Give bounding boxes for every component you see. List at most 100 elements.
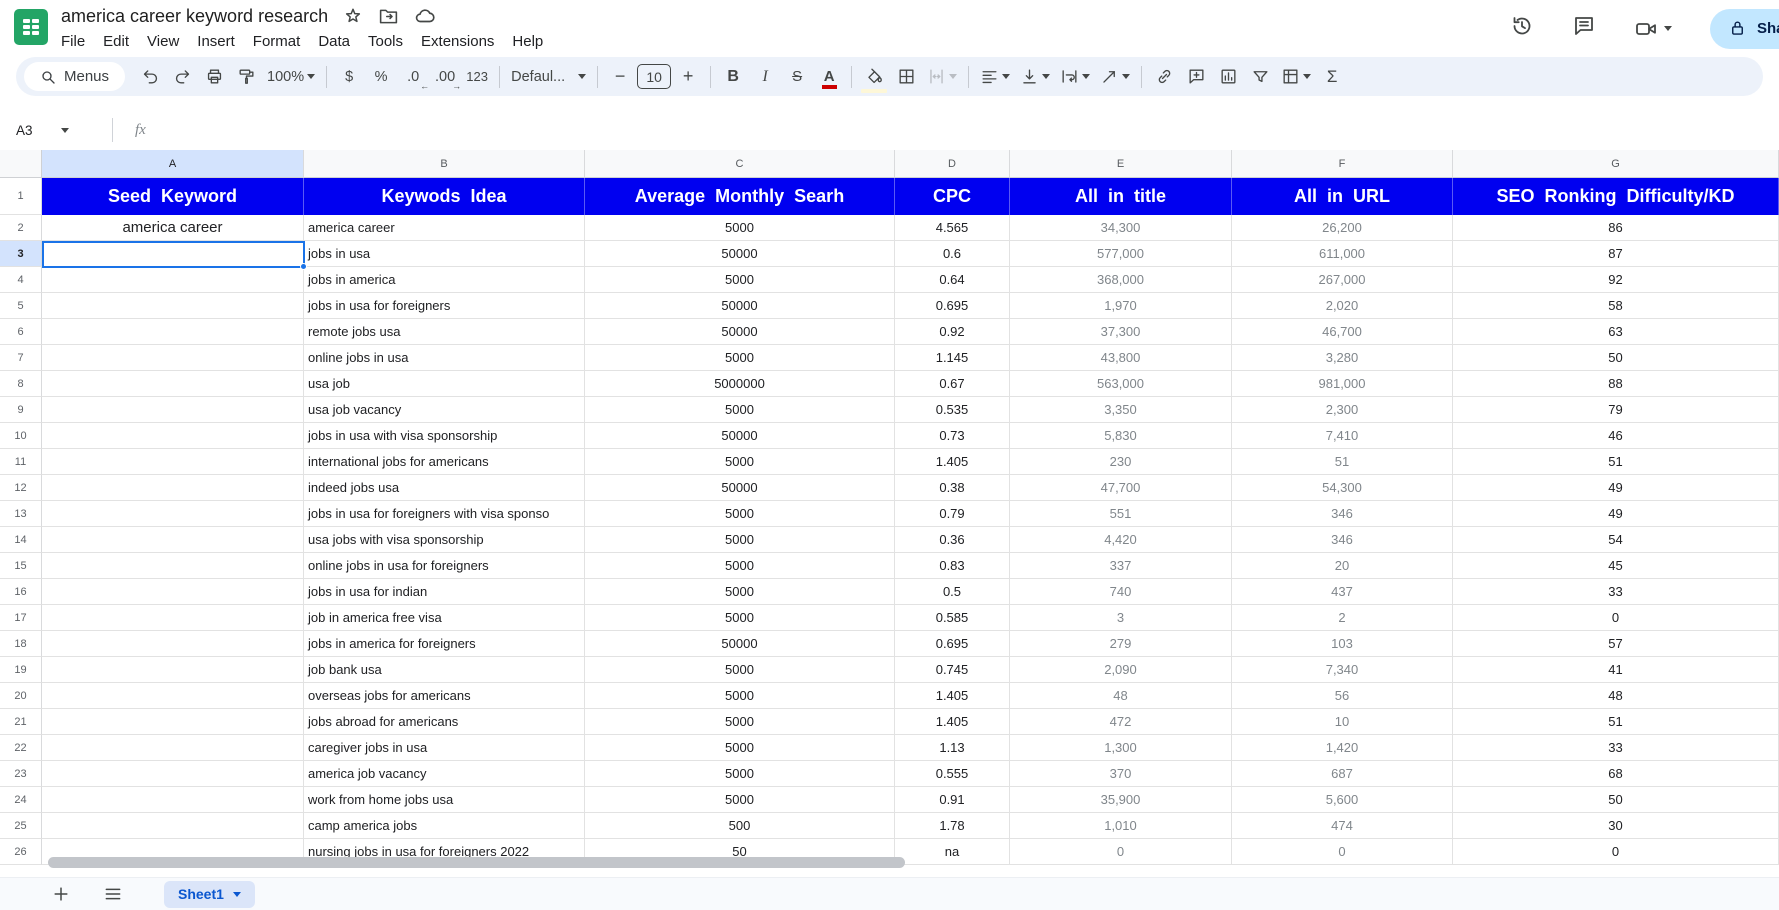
- star-icon[interactable]: [343, 6, 363, 26]
- cell-G3[interactable]: 87: [1453, 241, 1779, 267]
- cell-D13[interactable]: 0.79: [895, 501, 1010, 527]
- row-header-15[interactable]: 15: [0, 553, 42, 579]
- column-header-E[interactable]: E: [1010, 150, 1232, 178]
- cell-E12[interactable]: 47,700: [1010, 475, 1232, 501]
- merge-cells-button[interactable]: [923, 62, 961, 92]
- cell-E6[interactable]: 37,300: [1010, 319, 1232, 345]
- cell-F7[interactable]: 3,280: [1232, 345, 1453, 371]
- cell-E24[interactable]: 35,900: [1010, 787, 1232, 813]
- cell-A23[interactable]: [42, 761, 304, 787]
- cell-G1[interactable]: SEO Ronking Difficulty/KD: [1453, 178, 1779, 215]
- cell-B1[interactable]: Keywods Idea: [304, 178, 585, 215]
- cell-F12[interactable]: 54,300: [1232, 475, 1453, 501]
- cell-G19[interactable]: 41: [1453, 657, 1779, 683]
- row-header-16[interactable]: 16: [0, 579, 42, 605]
- cell-E21[interactable]: 472: [1010, 709, 1232, 735]
- version-history-icon[interactable]: [1510, 14, 1534, 43]
- increase-font-size-button[interactable]: +: [673, 62, 703, 92]
- cell-C23[interactable]: 5000: [585, 761, 895, 787]
- cell-F6[interactable]: 46,700: [1232, 319, 1453, 345]
- cell-B22[interactable]: caregiver jobs in usa: [304, 735, 585, 761]
- cell-G25[interactable]: 30: [1453, 813, 1779, 839]
- cell-A7[interactable]: [42, 345, 304, 371]
- cell-G13[interactable]: 49: [1453, 501, 1779, 527]
- row-header-19[interactable]: 19: [0, 657, 42, 683]
- menu-extensions[interactable]: Extensions: [412, 31, 503, 52]
- borders-button[interactable]: [891, 62, 921, 92]
- cell-E23[interactable]: 370: [1010, 761, 1232, 787]
- cell-D17[interactable]: 0.585: [895, 605, 1010, 631]
- menu-file[interactable]: File: [52, 31, 94, 52]
- menu-view[interactable]: View: [138, 31, 188, 52]
- cell-A25[interactable]: [42, 813, 304, 839]
- cell-F16[interactable]: 437: [1232, 579, 1453, 605]
- cell-B25[interactable]: camp america jobs: [304, 813, 585, 839]
- cell-E5[interactable]: 1,970: [1010, 293, 1232, 319]
- cell-F25[interactable]: 474: [1232, 813, 1453, 839]
- cell-B13[interactable]: jobs in usa for foreigners with visa spo…: [304, 501, 585, 527]
- cell-F2[interactable]: 26,200: [1232, 215, 1453, 241]
- cell-D1[interactable]: CPC: [895, 178, 1010, 215]
- cell-A16[interactable]: [42, 579, 304, 605]
- cell-F8[interactable]: 981,000: [1232, 371, 1453, 397]
- cell-D11[interactable]: 1.405: [895, 449, 1010, 475]
- row-header-22[interactable]: 22: [0, 735, 42, 761]
- cell-G7[interactable]: 50: [1453, 345, 1779, 371]
- cell-A1[interactable]: Seed Keyword: [42, 178, 304, 215]
- row-header-8[interactable]: 8: [0, 371, 42, 397]
- menu-tools[interactable]: Tools: [359, 31, 412, 52]
- cell-E1[interactable]: All in title: [1010, 178, 1232, 215]
- menu-insert[interactable]: Insert: [188, 31, 244, 52]
- cell-B16[interactable]: jobs in usa for indian: [304, 579, 585, 605]
- name-box[interactable]: A3: [16, 123, 112, 138]
- cell-A19[interactable]: [42, 657, 304, 683]
- format-currency-button[interactable]: $: [334, 62, 364, 92]
- cell-F15[interactable]: 20: [1232, 553, 1453, 579]
- cell-B11[interactable]: international jobs for americans: [304, 449, 585, 475]
- text-wrap-button[interactable]: [1056, 62, 1094, 92]
- join-call-button[interactable]: [1634, 17, 1672, 41]
- cell-E25[interactable]: 1,010: [1010, 813, 1232, 839]
- cell-A4[interactable]: [42, 267, 304, 293]
- cell-C22[interactable]: 5000: [585, 735, 895, 761]
- menu-data[interactable]: Data: [309, 31, 359, 52]
- cell-A22[interactable]: [42, 735, 304, 761]
- cell-D21[interactable]: 1.405: [895, 709, 1010, 735]
- cell-F17[interactable]: 2: [1232, 605, 1453, 631]
- cell-C3[interactable]: 50000: [585, 241, 895, 267]
- italic-button[interactable]: I: [750, 62, 780, 92]
- cell-D5[interactable]: 0.695: [895, 293, 1010, 319]
- cell-C6[interactable]: 50000: [585, 319, 895, 345]
- cell-C13[interactable]: 5000: [585, 501, 895, 527]
- font-size-input[interactable]: 10: [637, 64, 671, 89]
- format-percent-button[interactable]: %: [366, 62, 396, 92]
- fill-handle[interactable]: [300, 263, 307, 270]
- column-header-A[interactable]: A: [42, 150, 304, 178]
- cell-E10[interactable]: 5,830: [1010, 423, 1232, 449]
- cell-G22[interactable]: 33: [1453, 735, 1779, 761]
- cell-C21[interactable]: 5000: [585, 709, 895, 735]
- row-header-26[interactable]: 26: [0, 839, 42, 865]
- cell-A9[interactable]: [42, 397, 304, 423]
- cell-F14[interactable]: 346: [1232, 527, 1453, 553]
- cell-D16[interactable]: 0.5: [895, 579, 1010, 605]
- row-header-11[interactable]: 11: [0, 449, 42, 475]
- column-header-C[interactable]: C: [585, 150, 895, 178]
- row-header-4[interactable]: 4: [0, 267, 42, 293]
- cell-E20[interactable]: 48: [1010, 683, 1232, 709]
- cell-B7[interactable]: online jobs in usa: [304, 345, 585, 371]
- cell-G2[interactable]: 86: [1453, 215, 1779, 241]
- document-title[interactable]: america career keyword research: [61, 6, 328, 27]
- cell-F24[interactable]: 5,600: [1232, 787, 1453, 813]
- cell-B3[interactable]: jobs in usa: [304, 241, 585, 267]
- bold-button[interactable]: B: [718, 62, 748, 92]
- cell-D24[interactable]: 0.91: [895, 787, 1010, 813]
- decrease-font-size-button[interactable]: −: [605, 62, 635, 92]
- horizontal-align-button[interactable]: [976, 62, 1014, 92]
- cell-E3[interactable]: 577,000: [1010, 241, 1232, 267]
- cell-G8[interactable]: 88: [1453, 371, 1779, 397]
- cell-F22[interactable]: 1,420: [1232, 735, 1453, 761]
- cell-A14[interactable]: [42, 527, 304, 553]
- cell-G12[interactable]: 49: [1453, 475, 1779, 501]
- cell-D22[interactable]: 1.13: [895, 735, 1010, 761]
